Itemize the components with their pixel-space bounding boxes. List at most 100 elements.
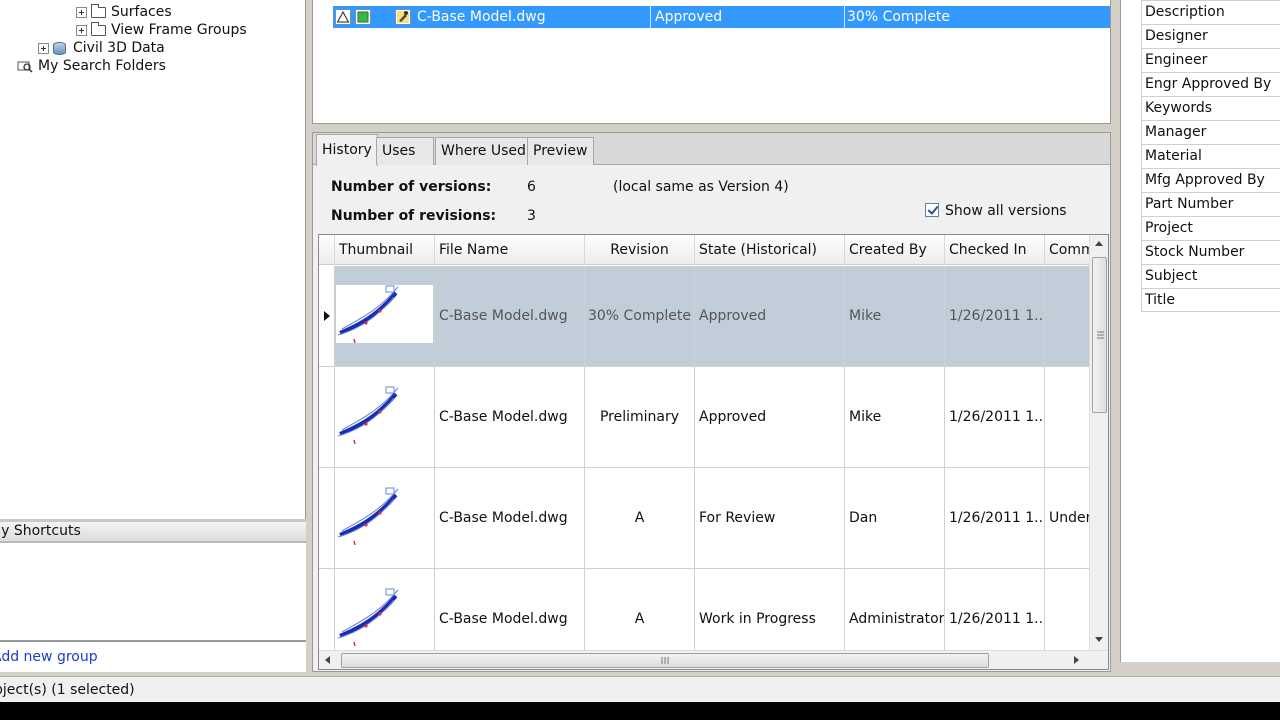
property-engineer[interactable]: Engineer (1141, 48, 1280, 72)
row-header[interactable] (319, 367, 335, 467)
details-panel: History Uses Where Used Preview Number o… (312, 132, 1111, 672)
history-row[interactable]: C-Base Model.dwg Preliminary Approved Mi… (319, 367, 1089, 468)
tree-item-view-frame-groups[interactable]: View Frame Groups (76, 21, 247, 39)
scroll-left-icon[interactable] (325, 656, 330, 664)
status-text: Object(s) (1 selected) (0, 682, 135, 698)
expand-icon[interactable] (38, 42, 49, 54)
versions-label: Number of versions: (331, 179, 492, 195)
versions-value: 6 (527, 179, 536, 195)
file-revision: 30% Complete (847, 9, 951, 25)
add-new-group-label: Add new group (0, 649, 98, 665)
column-header-created-by[interactable]: Created By (845, 235, 945, 265)
revisions-label: Number of revisions: (331, 208, 497, 224)
row-header[interactable] (319, 266, 335, 366)
created-by-cell: Mike (845, 266, 945, 366)
file-list-row-selected[interactable]: C-Base Model.dwg Approved 30% Complete (333, 6, 1110, 28)
tab-history[interactable]: History (316, 134, 378, 166)
tree-item-label: Surfaces (111, 4, 172, 20)
file-list: C-Base Model.dwg Approved 30% Complete (312, 0, 1111, 124)
revision-cell: 30% Complete (585, 266, 695, 366)
show-all-versions-label: Show all versions (945, 203, 1067, 219)
warning-icon (335, 9, 351, 25)
drawing-thumbnail (336, 588, 433, 647)
horizontal-scrollbar[interactable] (319, 650, 1108, 669)
column-header-checked-in[interactable]: Checked In (945, 235, 1045, 265)
tree-item-label: My Search Folders (38, 58, 166, 74)
status-bar: Object(s) (1 selected) (0, 676, 1280, 702)
scroll-up-icon[interactable] (1095, 241, 1103, 246)
property-mfg-approved-by[interactable]: Mfg Approved By (1141, 168, 1280, 192)
property-part-number[interactable]: Part Number (1141, 192, 1280, 216)
tree-item-civil-3d-data[interactable]: Civil 3D Data (38, 39, 165, 57)
show-all-versions-checkbox[interactable]: Show all versions (925, 203, 1067, 219)
state-cell: Approved (695, 367, 845, 467)
column-header-thumbnail[interactable]: Thumbnail (335, 235, 435, 265)
checkbox-checked-icon[interactable] (925, 203, 939, 217)
column-header-comment[interactable]: Comment (1045, 235, 1089, 265)
tab-uses[interactable]: Uses (376, 137, 434, 165)
thumbnail-cell (335, 367, 435, 467)
checked-in-cell: 1/26/2011 1... (945, 266, 1045, 366)
shortcuts-title: My Shortcuts (0, 523, 81, 539)
scroll-down-icon[interactable] (1095, 637, 1103, 642)
column-header-revision[interactable]: Revision (585, 235, 695, 265)
row-header-column (319, 235, 335, 265)
property-keywords[interactable]: Keywords (1141, 96, 1280, 120)
created-by-cell: Dan (845, 468, 945, 568)
property-stock-number[interactable]: Stock Number (1141, 240, 1280, 264)
comment-cell: Under (1049, 510, 1089, 526)
horizontal-scroll-thumb[interactable] (341, 653, 989, 668)
drawing-file-icon (395, 9, 411, 25)
current-row-arrow-icon (324, 311, 330, 321)
created-by-cell: Mike (845, 367, 945, 467)
vertical-scroll-thumb[interactable] (1092, 257, 1107, 413)
tab-preview[interactable]: Preview (527, 137, 594, 165)
thumbnail-cell (335, 266, 435, 366)
tab-where-used[interactable]: Where Used (435, 137, 532, 165)
add-new-group-link[interactable]: Add new group (0, 640, 306, 672)
expand-icon[interactable] (76, 24, 87, 36)
tab-strip: History Uses Where Used Preview (313, 133, 1110, 166)
property-designer[interactable]: Designer (1141, 24, 1280, 48)
scroll-right-icon[interactable] (1074, 656, 1079, 664)
property-manager[interactable]: Manager (1141, 120, 1280, 144)
taskbar-strip (0, 702, 1280, 720)
history-grid: Thumbnail File Name Revision State (Hist… (318, 234, 1109, 670)
history-row[interactable]: C-Base Model.dwg 30% Complete Approved M… (319, 266, 1089, 367)
property-material[interactable]: Material (1141, 144, 1280, 168)
checked-in-cell: 1/26/2011 1... (945, 468, 1045, 568)
property-engr-approved-by[interactable]: Engr Approved By (1141, 72, 1280, 96)
tree-item-label: View Frame Groups (111, 22, 247, 38)
property-project[interactable]: Project (1141, 216, 1280, 240)
history-row[interactable]: C-Base Model.dwg A For Review Dan 1/26/2… (319, 468, 1089, 569)
state-cell: For Review (695, 468, 845, 568)
shortcuts-header[interactable]: My Shortcuts (0, 519, 306, 543)
revisions-value: 3 (527, 208, 536, 224)
row-header[interactable] (319, 468, 335, 568)
tree-item-label: Civil 3D Data (73, 40, 165, 56)
property-title[interactable]: Title (1141, 288, 1280, 312)
comment-cell (1045, 367, 1089, 467)
file-name-cell: C-Base Model.dwg (435, 367, 585, 467)
database-icon (53, 41, 66, 55)
column-header-state[interactable]: State (Historical) (695, 235, 845, 265)
file-name-cell: C-Base Model.dwg (435, 468, 585, 568)
vertical-scrollbar[interactable] (1089, 235, 1108, 651)
comment-cell (1045, 266, 1089, 366)
thumbnail-cell (335, 468, 435, 568)
folder-icon (91, 3, 106, 18)
tree-item-my-search-folders[interactable]: My Search Folders (17, 57, 166, 75)
drawing-thumbnail (336, 285, 433, 344)
grid-header: Thumbnail File Name Revision State (Hist… (319, 235, 1089, 265)
property-description[interactable]: Description (1141, 0, 1280, 24)
drawing-thumbnail (336, 487, 433, 546)
expand-icon[interactable] (76, 6, 87, 18)
drawing-thumbnail (336, 386, 433, 445)
versions-note: (local same as Version 4) (613, 179, 789, 195)
shortcuts-list (0, 543, 306, 640)
tree-item-surfaces[interactable]: Surfaces (76, 3, 172, 21)
column-header-file-name[interactable]: File Name (435, 235, 585, 265)
file-state: Approved (651, 6, 845, 28)
revision-cell: Preliminary (585, 367, 695, 467)
property-subject[interactable]: Subject (1141, 264, 1280, 288)
